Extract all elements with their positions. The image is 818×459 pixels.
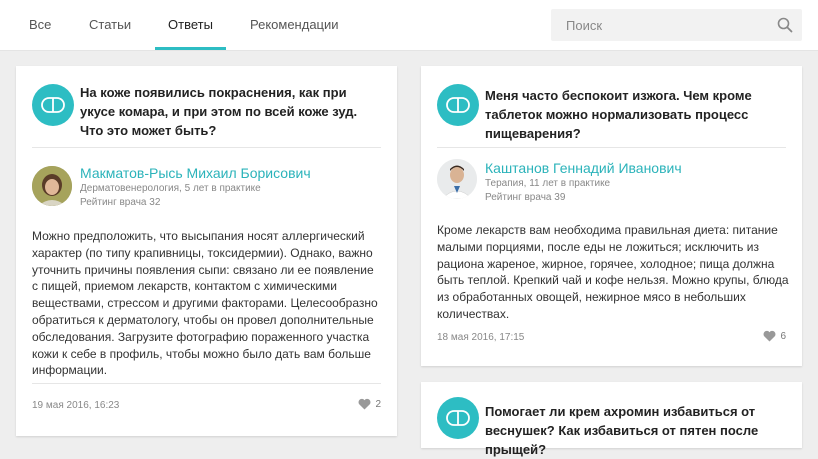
divider [32,383,381,384]
tab-recommendations[interactable]: Рекомендации [250,0,339,50]
search-box [551,9,802,41]
doctor-rating: Рейтинг врача 32 [80,197,161,208]
search-icon[interactable] [777,17,793,33]
pill-icon [437,397,479,439]
doctor-specialty: Терапия, 11 лет в практике [485,178,611,189]
search-input[interactable] [551,9,776,41]
avatar[interactable] [32,166,72,206]
top-bar: Все Статьи Ответы Рекомендации [0,0,818,51]
heart-icon [763,330,780,342]
pill-icon [437,84,479,126]
question-text[interactable]: Помогает ли крем ахромин избавиться от в… [485,402,785,459]
answer-date: 19 мая 2016, 16:23 [32,400,120,411]
doctor-name[interactable]: Макматов-Рысь Михаил Борисович [80,165,311,181]
like-button[interactable]: 6 [763,330,786,342]
like-count: 2 [375,399,381,410]
divider [437,147,786,148]
question-text[interactable]: На коже появились покраснения, как при у… [80,83,380,140]
answer-card: На коже появились покраснения, как при у… [16,66,397,436]
doctor-name[interactable]: Каштанов Геннадий Иванович [485,160,682,176]
pill-icon [32,84,74,126]
answer-text: Кроме лекарств вам необходима правильная… [437,223,789,321]
doctor-rating: Рейтинг врача 39 [485,192,566,203]
answer-text: Можно предположить, что высыпания носят … [32,229,378,378]
like-button[interactable]: 2 [358,398,381,410]
question-text[interactable]: Меня часто беспокоит изжога. Чем кроме т… [485,86,785,143]
tab-answers[interactable]: Ответы [155,0,226,50]
answer-card: Меня часто беспокоит изжога. Чем кроме т… [421,66,802,366]
doctor-specialty: Дерматовенерология, 5 лет в практике [80,183,261,194]
like-count: 6 [780,331,786,342]
avatar[interactable] [437,159,477,199]
heart-icon [358,398,375,410]
tab-all[interactable]: Все [29,0,51,50]
divider [32,147,381,148]
tab-articles[interactable]: Статьи [89,0,131,50]
answer-date: 18 мая 2016, 17:15 [437,332,525,343]
answer-card: Помогает ли крем ахромин избавиться от в… [421,382,802,457]
